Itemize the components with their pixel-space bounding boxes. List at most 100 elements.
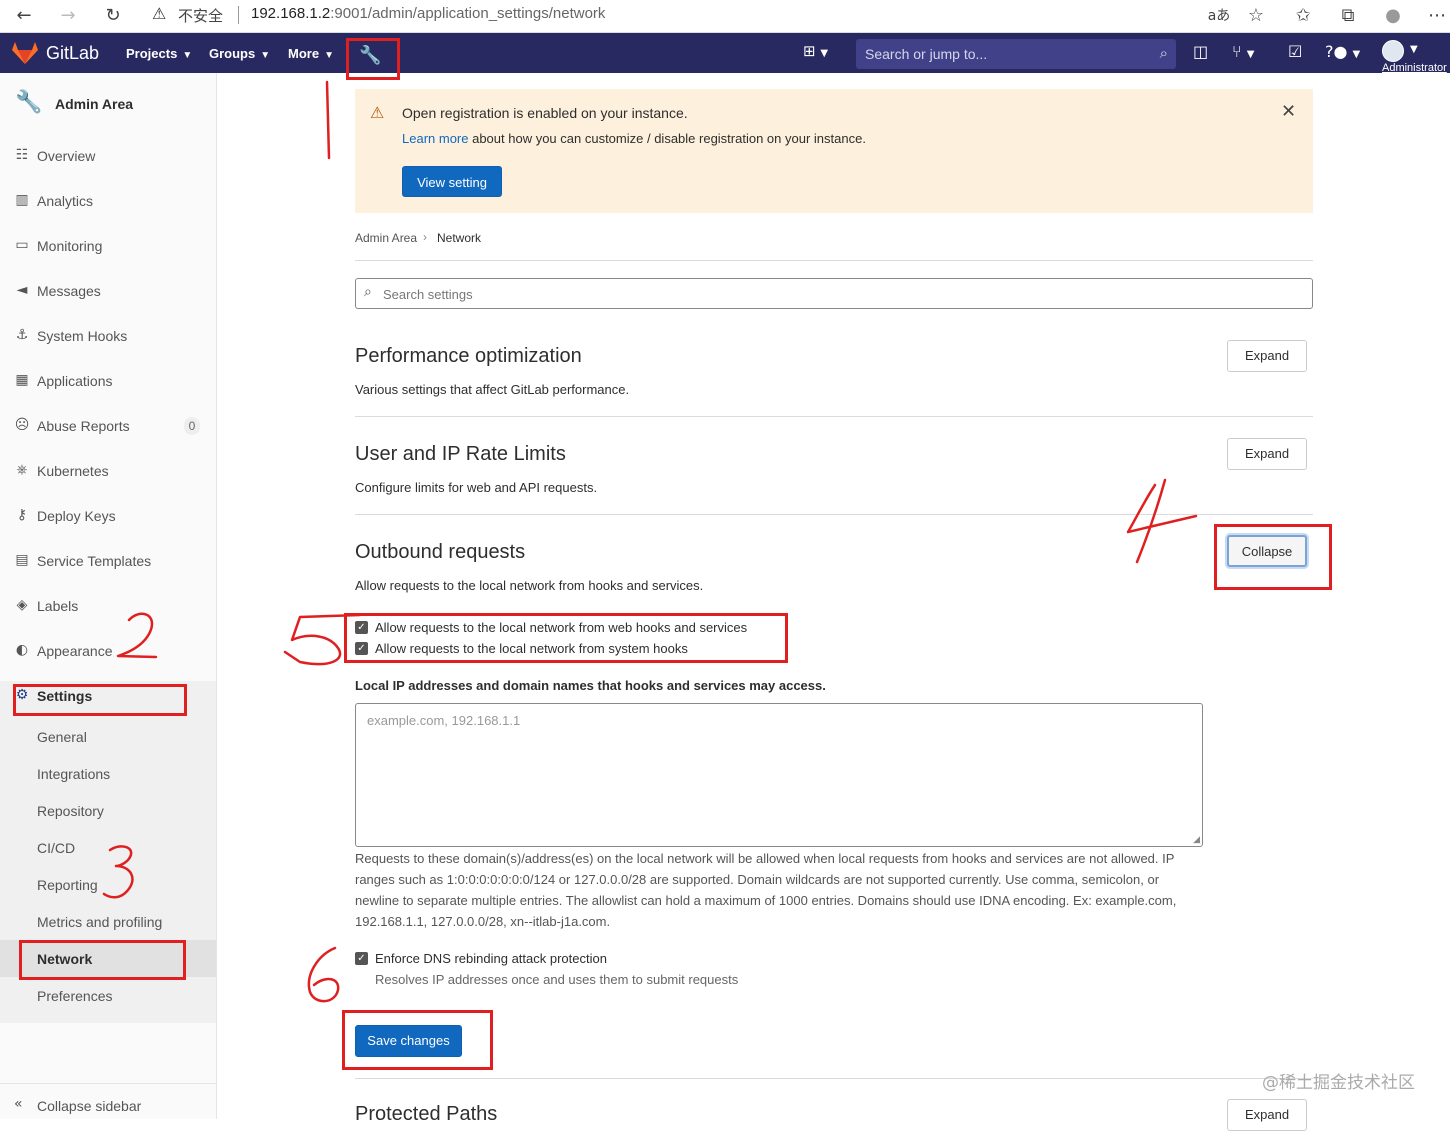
read-aloud-icon[interactable]: aあ bbox=[1207, 4, 1231, 28]
sidebar-subitem-integrations[interactable]: Integrations bbox=[37, 766, 110, 782]
close-icon[interactable]: ✕ bbox=[1281, 101, 1296, 122]
chevron-down-icon: ▼ bbox=[182, 50, 193, 61]
sidebar-header[interactable]: 🔧 Admin Area bbox=[0, 73, 216, 133]
reload-icon[interactable]: ↻ bbox=[101, 4, 125, 28]
sidebar-item-appearance[interactable]: ◐ Appearance bbox=[0, 631, 216, 671]
allowlist-textarea[interactable]: example.com, 192.168.1.1 ◢ bbox=[355, 703, 1203, 847]
allowlist-help-text: Requests to these domain(s)/address(es) … bbox=[355, 851, 1177, 929]
chevron-down-icon[interactable]: ▼ bbox=[1410, 44, 1418, 55]
user-name[interactable]: Administrator bbox=[1382, 62, 1447, 74]
address-bar[interactable]: 192.168.1.2:9001/admin/application_setti… bbox=[251, 5, 605, 22]
dns-rebinding-label[interactable]: Enforce DNS rebinding attack protection bbox=[375, 951, 607, 966]
messages-icon: ◄ bbox=[16, 282, 28, 298]
overview-icon: ☷ bbox=[15, 147, 29, 163]
key-icon: ⚷ bbox=[16, 507, 28, 523]
sidebar-item-deploy-keys[interactable]: ⚷ Deploy Keys bbox=[0, 496, 216, 536]
brand-name[interactable]: GitLab bbox=[46, 43, 99, 64]
groups-menu[interactable]: Groups ▼ bbox=[209, 46, 270, 61]
sidebar-item-label: Messages bbox=[37, 283, 101, 299]
registration-alert: ⚠ Open registration is enabled on your i… bbox=[355, 89, 1313, 213]
sidebar-item-system-hooks[interactable]: ⚓ System Hooks bbox=[0, 316, 216, 356]
browser-toolbar: ← → ↻ ⚠ 不安全 192.168.1.2:9001/admin/appli… bbox=[0, 0, 1450, 33]
sidebar-title: Admin Area bbox=[55, 96, 134, 112]
sidebar-item-label: Deploy Keys bbox=[37, 508, 116, 524]
sidebar-subitem-metrics-and-profiling[interactable]: Metrics and profiling bbox=[37, 914, 162, 930]
todos-icon[interactable]: ☑ bbox=[1288, 42, 1302, 61]
sidebar-item-overview[interactable]: ☷ Overview bbox=[0, 136, 216, 176]
templates-icon: ▤ bbox=[15, 552, 29, 568]
sidebar-item-label: Overview bbox=[37, 148, 96, 164]
collapse-sidebar-button[interactable]: « Collapse sidebar bbox=[0, 1083, 216, 1119]
sidebar-item-messages[interactable]: ◄ Messages bbox=[0, 271, 216, 311]
merge-requests-icon[interactable]: ⑂ ▼ bbox=[1232, 42, 1254, 61]
watermark: @稀土掘金技术社区 bbox=[1262, 1073, 1415, 1093]
wrench-icon: 🔧 bbox=[15, 90, 43, 115]
avatar[interactable] bbox=[1382, 40, 1404, 62]
divider bbox=[355, 1078, 1313, 1079]
admin-area-button[interactable]: 🔧 bbox=[346, 38, 400, 80]
sidebar-item-analytics[interactable]: ▥ Analytics bbox=[0, 181, 216, 221]
chevron-right-icon: › bbox=[423, 230, 427, 244]
more-icon[interactable]: ⋯ bbox=[1425, 4, 1449, 28]
allowlist-placeholder: example.com, 192.168.1.1 bbox=[367, 713, 521, 728]
sidebar-item-abuse-reports[interactable]: ☹ Abuse Reports 0 bbox=[0, 406, 216, 446]
global-search-input[interactable]: Search or jump to... ⌕ bbox=[856, 39, 1176, 69]
dns-rebinding-checkbox[interactable]: ✓ bbox=[355, 952, 368, 965]
count-badge: 0 bbox=[184, 417, 200, 435]
forward-icon[interactable]: → bbox=[56, 4, 80, 28]
search-settings-input[interactable]: ⌕ Search settings bbox=[355, 278, 1313, 309]
chevron-down-icon: ▼ bbox=[324, 50, 334, 61]
back-icon[interactable]: ← bbox=[12, 4, 36, 28]
expand-performance-button[interactable]: Expand bbox=[1227, 340, 1307, 372]
section-desc-outbound: Allow requests to the local network from… bbox=[355, 578, 704, 593]
sidebar-subitem-preferences[interactable]: Preferences bbox=[37, 988, 112, 1004]
breadcrumb-current[interactable]: Network bbox=[437, 231, 481, 245]
resize-handle-icon[interactable]: ◢ bbox=[1193, 835, 1200, 845]
sidebar-subitem-general[interactable]: General bbox=[37, 729, 87, 745]
url-path: :9001/admin/application_settings/network bbox=[330, 5, 606, 22]
sidebar-item-monitoring[interactable]: ▭ Monitoring bbox=[0, 226, 216, 266]
sidebar-item-label: Service Templates bbox=[37, 553, 152, 569]
collections-icon[interactable]: ⧉ bbox=[1336, 4, 1360, 28]
breadcrumb: Admin Area › Network bbox=[355, 230, 1313, 261]
sidebar-item-kubernetes[interactable]: ⎈ Kubernetes bbox=[0, 451, 216, 491]
sidebar-item-applications[interactable]: ▦ Applications bbox=[0, 361, 216, 401]
search-settings-placeholder: Search settings bbox=[383, 287, 473, 302]
breadcrumb-parent[interactable]: Admin Area bbox=[355, 231, 417, 245]
view-setting-button[interactable]: View setting bbox=[402, 166, 502, 197]
gitlab-logo-icon[interactable] bbox=[12, 42, 38, 64]
sidebar-item-labels[interactable]: ◈ Labels bbox=[0, 586, 216, 626]
collapse-sidebar-label: Collapse sidebar bbox=[37, 1098, 142, 1114]
issues-icon[interactable]: ◫ bbox=[1193, 42, 1208, 61]
insecure-label[interactable]: 不安全 bbox=[178, 5, 223, 26]
appearance-icon: ◐ bbox=[15, 642, 29, 658]
sidebar-subitem-ci-cd[interactable]: CI/CD bbox=[37, 840, 75, 856]
profile-icon[interactable]: ● bbox=[1381, 4, 1405, 28]
hooks-icon: ⚓ bbox=[15, 327, 29, 343]
analytics-icon: ▥ bbox=[15, 192, 29, 208]
sidebar-item-service-templates[interactable]: ▤ Service Templates bbox=[0, 541, 216, 581]
favorites-icon[interactable]: ✩ bbox=[1291, 4, 1315, 28]
warning-icon[interactable]: ⚠ bbox=[152, 3, 166, 25]
double-chevron-left-icon: « bbox=[14, 1096, 23, 1112]
annotation-number-6 bbox=[307, 946, 340, 1003]
search-icon: ⌕ bbox=[1159, 44, 1168, 62]
section-desc-performance: Various settings that affect GitLab perf… bbox=[355, 382, 630, 397]
new-item-icon[interactable]: ⊞ ▼ bbox=[803, 42, 828, 60]
expand-protected-paths-button[interactable]: Expand bbox=[1227, 1099, 1307, 1131]
section-title-rate-limits: User and IP Rate Limits bbox=[355, 443, 566, 465]
applications-icon: ▦ bbox=[15, 372, 29, 388]
projects-menu[interactable]: Projects ▼ bbox=[126, 46, 192, 61]
sidebar-item-label: Analytics bbox=[37, 193, 94, 209]
favorite-add-icon[interactable]: ☆ bbox=[1244, 4, 1268, 28]
expand-rate-limits-button[interactable]: Expand bbox=[1227, 438, 1307, 470]
sidebar-subitem-reporting[interactable]: Reporting bbox=[37, 877, 98, 893]
wrench-icon: 🔧 bbox=[359, 45, 382, 66]
annotation-number-1 bbox=[325, 80, 331, 160]
more-menu[interactable]: More ▼ bbox=[288, 46, 334, 61]
help-icon[interactable]: ?● ▼ bbox=[1325, 42, 1360, 61]
url-divider bbox=[238, 6, 239, 24]
allowlist-label: Local IP addresses and domain names that… bbox=[355, 678, 826, 693]
sidebar-subitem-repository[interactable]: Repository bbox=[37, 803, 104, 819]
learn-more-link[interactable]: Learn more bbox=[402, 131, 468, 146]
